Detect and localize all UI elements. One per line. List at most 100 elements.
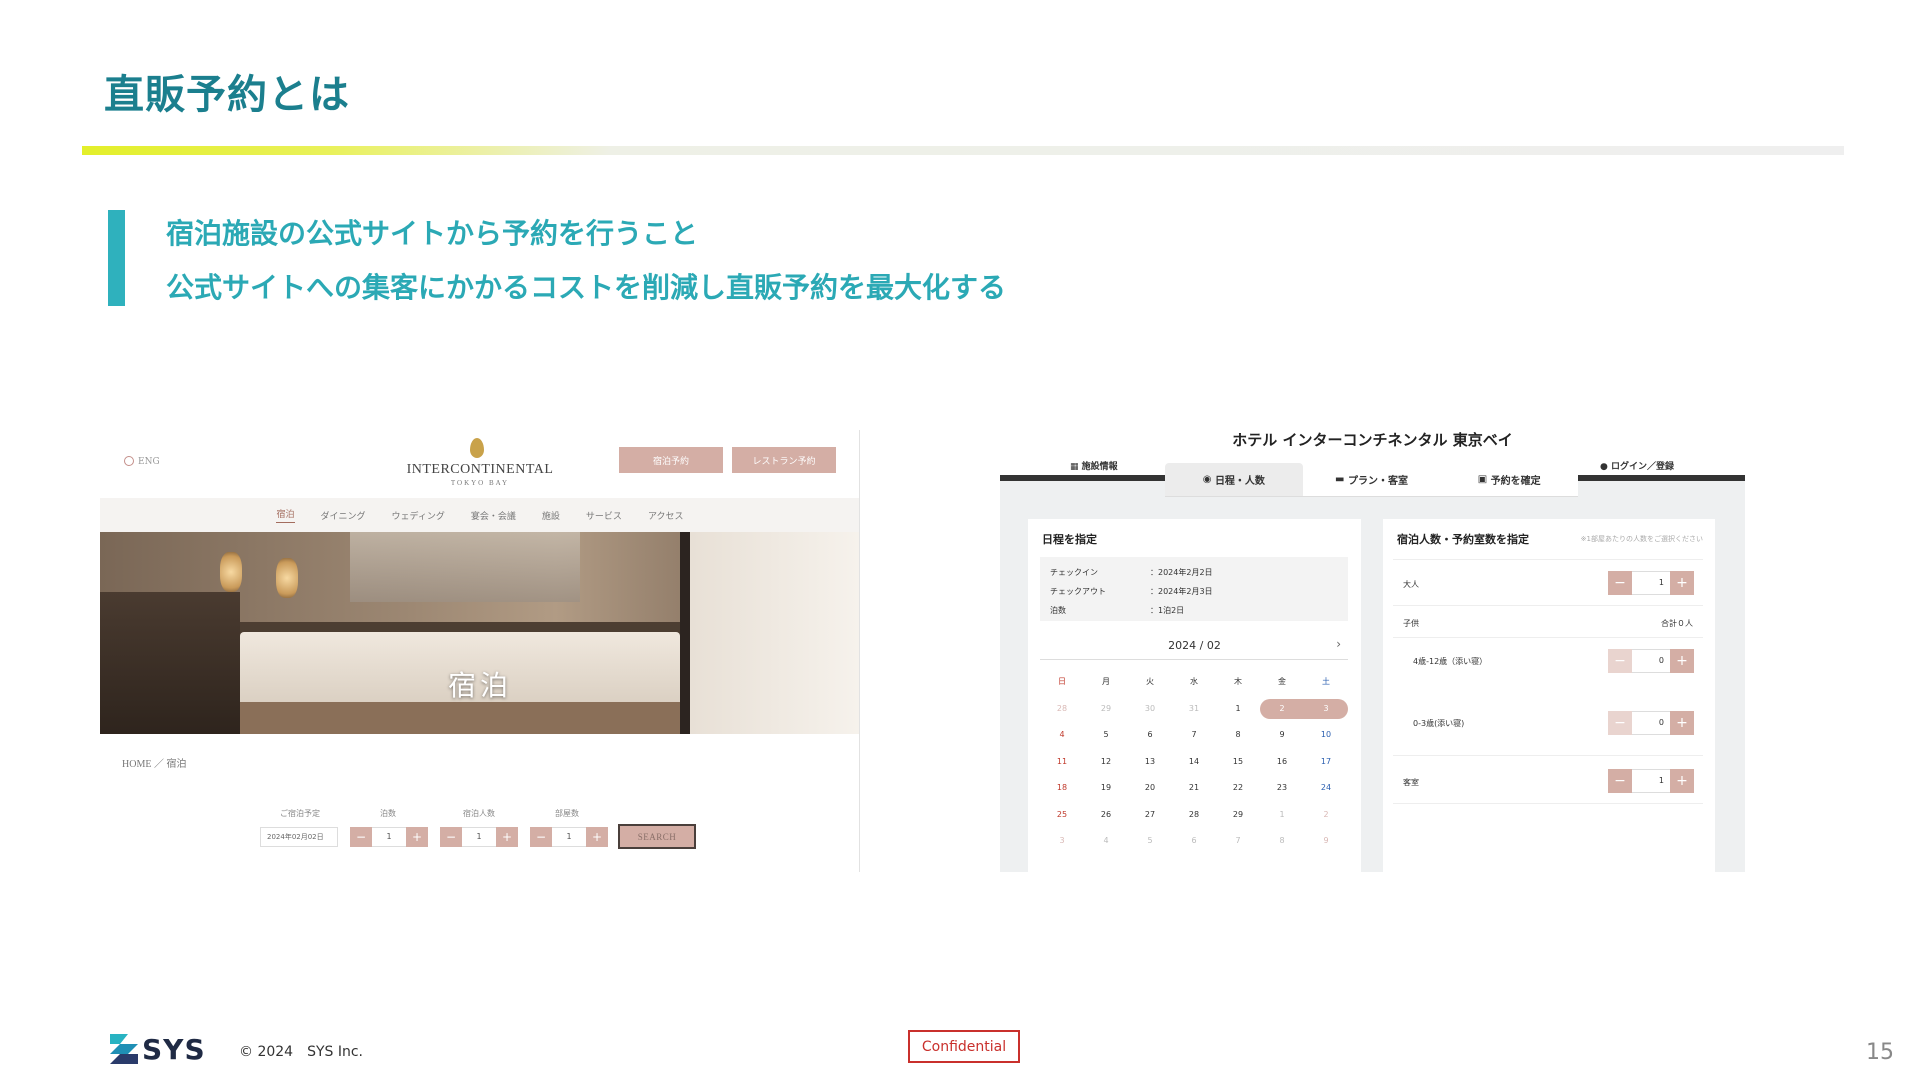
- hotel-logo-text[interactable]: INTERCONTINENTAL: [400, 462, 560, 478]
- date-input[interactable]: 2024年02月02日: [260, 827, 338, 847]
- calendar-day[interactable]: 28: [1172, 802, 1216, 829]
- checkin-label: チェックイン: [1050, 568, 1098, 577]
- chevron-right-icon[interactable]: ›: [1336, 637, 1341, 651]
- calendar-day[interactable]: 9: [1304, 828, 1348, 855]
- guests-hint: ※1部屋あたりの人数をご選択ください: [1580, 535, 1703, 543]
- calendar-day[interactable]: 30: [1128, 696, 1172, 723]
- calendar-day[interactable]: 27: [1128, 802, 1172, 829]
- calendar-day[interactable]: 22: [1216, 775, 1260, 802]
- calendar-day[interactable]: 1: [1216, 696, 1260, 723]
- calendar-day[interactable]: 2: [1304, 802, 1348, 829]
- child-0-3-minus-button[interactable]: −: [1608, 711, 1632, 735]
- calendar-day[interactable]: 10: [1304, 722, 1348, 749]
- nav-item-services[interactable]: サービス: [586, 509, 622, 522]
- calendar-day[interactable]: 20: [1128, 775, 1172, 802]
- calendar-day[interactable]: 29: [1216, 802, 1260, 829]
- nav-item-wedding[interactable]: ウェディング: [392, 509, 445, 522]
- guests-value[interactable]: 1: [462, 827, 496, 847]
- rooms-count-value[interactable]: 1: [1632, 769, 1670, 793]
- calendar-day[interactable]: 28: [1040, 696, 1084, 723]
- nights-plus-button[interactable]: +: [406, 827, 428, 847]
- child-4-12-plus-button[interactable]: +: [1670, 649, 1694, 673]
- calendar-weekday: 木: [1234, 677, 1242, 686]
- adult-minus-button[interactable]: −: [1608, 571, 1632, 595]
- child-4-12-value[interactable]: 0: [1632, 649, 1670, 673]
- nav-item-banquet[interactable]: 宴会・会議: [471, 509, 516, 522]
- adult-label: 大人: [1403, 580, 1419, 589]
- nav-item-dining[interactable]: ダイニング: [321, 509, 366, 522]
- nav-item-facilities[interactable]: 施設: [542, 509, 560, 522]
- calendar-day[interactable]: 8: [1260, 828, 1304, 855]
- calendar-day[interactable]: 18: [1040, 775, 1084, 802]
- calendar-day[interactable]: 19: [1084, 775, 1128, 802]
- calendar-day[interactable]: 5: [1128, 828, 1172, 855]
- calendar-day[interactable]: 4: [1040, 722, 1084, 749]
- rooms-plus-button[interactable]: +: [586, 827, 608, 847]
- calendar-day[interactable]: 25: [1040, 802, 1084, 829]
- slide-title: 直販予約とは: [104, 72, 350, 118]
- guests-minus-button[interactable]: −: [440, 827, 462, 847]
- rooms-value[interactable]: 1: [552, 827, 586, 847]
- calendar-day[interactable]: 15: [1216, 749, 1260, 776]
- calendar-weekday: 水: [1190, 677, 1198, 686]
- calendar-day[interactable]: 23: [1260, 775, 1304, 802]
- calendar-weekday: 月: [1102, 677, 1110, 686]
- adult-plus-button[interactable]: +: [1670, 571, 1694, 595]
- step-date-guests[interactable]: ◉ 日程・人数: [1165, 463, 1303, 497]
- calendar-day[interactable]: 11: [1040, 749, 1084, 776]
- calendar-day[interactable]: 21: [1172, 775, 1216, 802]
- child-0-3-label: 0-3歳(添い寝): [1413, 719, 1465, 728]
- child-0-3-plus-button[interactable]: +: [1670, 711, 1694, 735]
- globe-icon: [124, 456, 134, 466]
- calendar-day[interactable]: 7: [1172, 722, 1216, 749]
- restaurant-booking-button[interactable]: レストラン予約: [732, 447, 836, 473]
- calendar-day[interactable]: 17: [1304, 749, 1348, 776]
- rooms-count-stepper: − 1 +: [1608, 769, 1694, 793]
- calendar-day[interactable]: 24: [1304, 775, 1348, 802]
- rooms-count-minus-button[interactable]: −: [1608, 769, 1632, 793]
- language-switch[interactable]: ENG: [124, 456, 160, 467]
- calendar-day[interactable]: 29: [1084, 696, 1128, 723]
- step-confirm[interactable]: ▣ 予約を確定: [1440, 463, 1579, 497]
- schedule-panel: 日程を指定 チェックイン ：2024年2月2日 チェックアウト ：2024年2月3日…: [1028, 519, 1361, 872]
- step-plan-room[interactable]: ▬ プラン・客室: [1302, 463, 1441, 497]
- calendar-day[interactable]: 4: [1084, 828, 1128, 855]
- guests-plus-button[interactable]: +: [496, 827, 518, 847]
- guests-label: 宿泊人数: [463, 809, 495, 818]
- calendar-day[interactable]: 31: [1172, 696, 1216, 723]
- stay-booking-button[interactable]: 宿泊予約: [619, 447, 723, 473]
- calendar-day[interactable]: 14: [1172, 749, 1216, 776]
- calendar-weekday: 土: [1322, 677, 1330, 686]
- nav-item-access[interactable]: アクセス: [648, 509, 684, 522]
- guests-panel: 宿泊人数・予約室数を指定 ※1部屋あたりの人数をご選択ください 大人 − 1 +…: [1383, 519, 1715, 872]
- search-button[interactable]: SEARCH: [618, 824, 696, 849]
- calendar-day[interactable]: 26: [1084, 802, 1128, 829]
- hero-title: 宿泊: [447, 669, 512, 702]
- calendar-day[interactable]: 5: [1084, 722, 1128, 749]
- calendar-day[interactable]: 2: [1260, 698, 1304, 719]
- calendar-day[interactable]: 13: [1128, 749, 1172, 776]
- calendar-weekday: 日: [1058, 677, 1066, 686]
- facility-info-link[interactable]: ▦ 施設情報: [1070, 459, 1118, 472]
- calendar-day[interactable]: 7: [1216, 828, 1260, 855]
- child-4-12-minus-button[interactable]: −: [1608, 649, 1632, 673]
- calendar-day[interactable]: 9: [1260, 722, 1304, 749]
- nights-minus-button[interactable]: −: [350, 827, 372, 847]
- calendar-day[interactable]: 6: [1172, 828, 1216, 855]
- rooms-minus-button[interactable]: −: [530, 827, 552, 847]
- calendar-day[interactable]: 3: [1304, 698, 1348, 719]
- calendar-day[interactable]: 8: [1216, 722, 1260, 749]
- rooms-count-plus-button[interactable]: +: [1670, 769, 1694, 793]
- nav-item-stay[interactable]: 宿泊: [276, 507, 295, 523]
- calendar-day[interactable]: 3: [1040, 828, 1084, 855]
- nights-stepper: − 1 +: [350, 827, 428, 847]
- nights-value[interactable]: 1: [372, 827, 406, 847]
- adult-value[interactable]: 1: [1632, 571, 1670, 595]
- child-0-3-value[interactable]: 0: [1632, 711, 1670, 735]
- calendar-day[interactable]: 6: [1128, 722, 1172, 749]
- lamp-icon: [220, 552, 242, 592]
- calendar-day[interactable]: 12: [1084, 749, 1128, 776]
- calendar-day[interactable]: 16: [1260, 749, 1304, 776]
- login-link[interactable]: ● ログイン／登録: [1600, 459, 1674, 472]
- calendar-day[interactable]: 1: [1260, 802, 1304, 829]
